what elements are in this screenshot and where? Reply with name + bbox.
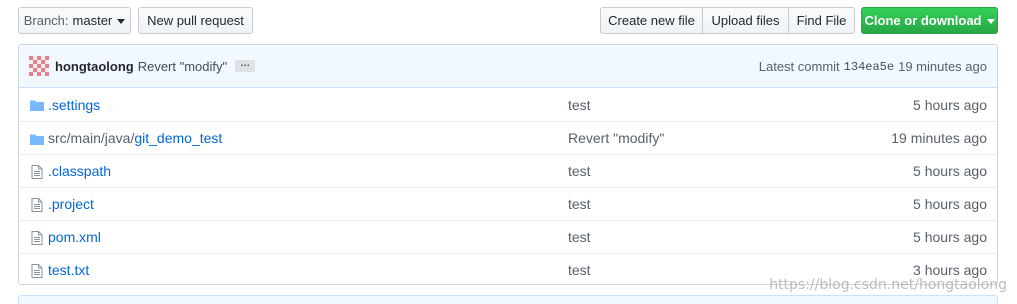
upload-files-label: Upload files bbox=[711, 13, 780, 28]
folder-icon bbox=[29, 131, 45, 147]
file-icon bbox=[29, 164, 45, 180]
file-commit-message-link[interactable]: test bbox=[568, 163, 591, 179]
file-age: 5 hours ago bbox=[913, 163, 987, 179]
file-commit-message-link[interactable]: Revert "modify" bbox=[568, 130, 664, 146]
branch-prefix: Branch: bbox=[23, 13, 69, 28]
file-icon bbox=[29, 263, 45, 279]
file-name-link[interactable]: test.txt bbox=[48, 262, 89, 278]
file-age: 3 hours ago bbox=[913, 262, 987, 278]
latest-commit-label: Latest commit bbox=[758, 59, 840, 74]
file-list: .settings test 5 hours ago src/main/java/gi… bbox=[19, 88, 997, 284]
file-name-link[interactable]: pom.xml bbox=[48, 229, 101, 245]
file-name: pom.xml bbox=[48, 229, 101, 245]
branch-select-button[interactable]: Branch: master bbox=[18, 7, 131, 34]
caret-down-icon bbox=[117, 19, 126, 24]
upload-files-button[interactable]: Upload files bbox=[702, 7, 789, 34]
file-row: pom.xml test 5 hours ago bbox=[19, 220, 997, 253]
file-row: .settings test 5 hours ago bbox=[19, 88, 997, 121]
file-age: 19 minutes ago bbox=[891, 130, 987, 146]
branch-name: master bbox=[72, 13, 113, 28]
commit-sha-link[interactable]: 134ea5e bbox=[844, 60, 894, 74]
file-name-link[interactable]: src/main/java/git_demo_test bbox=[48, 130, 222, 146]
file-name-link[interactable]: .classpath bbox=[48, 163, 111, 179]
create-new-file-label: Create new file bbox=[608, 13, 695, 28]
caret-down-icon bbox=[986, 19, 995, 24]
file-icon bbox=[29, 197, 45, 213]
find-file-label: Find File bbox=[796, 13, 847, 28]
file-name-link[interactable]: .project bbox=[48, 196, 94, 212]
identicon-avatar[interactable] bbox=[29, 56, 49, 76]
commit-author-link[interactable]: hongtaolong bbox=[55, 59, 134, 74]
file-table: hongtaolong Revert "modify" … Latest com… bbox=[18, 44, 998, 285]
file-dir-prefix: src/main/java/ bbox=[48, 130, 135, 146]
commit-message-link[interactable]: Revert "modify" bbox=[138, 59, 227, 74]
commit-age: 19 minutes ago bbox=[898, 59, 987, 74]
file-commit-message-link[interactable]: test bbox=[568, 97, 591, 113]
file-commit-message-link[interactable]: test bbox=[568, 229, 591, 245]
file-row: .classpath test 5 hours ago bbox=[19, 154, 997, 187]
file-name: git_demo_test bbox=[134, 130, 223, 146]
file-commit-message-link[interactable]: test bbox=[568, 196, 591, 212]
latest-commit-info: Latest commit 134ea5e 19 minutes ago bbox=[759, 45, 987, 88]
file-row: src/main/java/git_demo_test Revert "modif… bbox=[19, 121, 997, 154]
watermark: https://blog.csdn.net/hongtaolong bbox=[769, 277, 1007, 293]
new-pull-request-label: New pull request bbox=[147, 13, 244, 28]
file-name: .classpath bbox=[48, 163, 112, 179]
folder-icon bbox=[29, 97, 45, 113]
latest-commit-bar: hongtaolong Revert "modify" … Latest com… bbox=[19, 45, 997, 88]
file-age: 5 hours ago bbox=[913, 96, 987, 113]
file-age: 5 hours ago bbox=[913, 229, 987, 245]
file-icon bbox=[29, 230, 45, 246]
clone-or-download-label: Clone or download bbox=[864, 13, 982, 28]
file-name: .project bbox=[48, 196, 94, 212]
new-pull-request-button[interactable]: New pull request bbox=[138, 7, 253, 34]
readme-header bbox=[18, 295, 998, 304]
find-file-button[interactable]: Find File bbox=[788, 7, 855, 34]
file-commit-message-link[interactable]: test bbox=[568, 262, 591, 278]
file-row: .project test 5 hours ago bbox=[19, 187, 997, 220]
file-name: test.txt bbox=[48, 262, 90, 278]
file-age: 5 hours ago bbox=[913, 196, 987, 212]
file-actions-group: Create new file Upload files Find File bbox=[600, 7, 855, 34]
file-name: .settings bbox=[48, 96, 101, 113]
file-name-link[interactable]: .settings bbox=[48, 97, 100, 113]
commit-expand-button[interactable]: … bbox=[235, 59, 256, 72]
create-new-file-button[interactable]: Create new file bbox=[600, 7, 703, 34]
clone-or-download-button[interactable]: Clone or download bbox=[861, 7, 998, 34]
